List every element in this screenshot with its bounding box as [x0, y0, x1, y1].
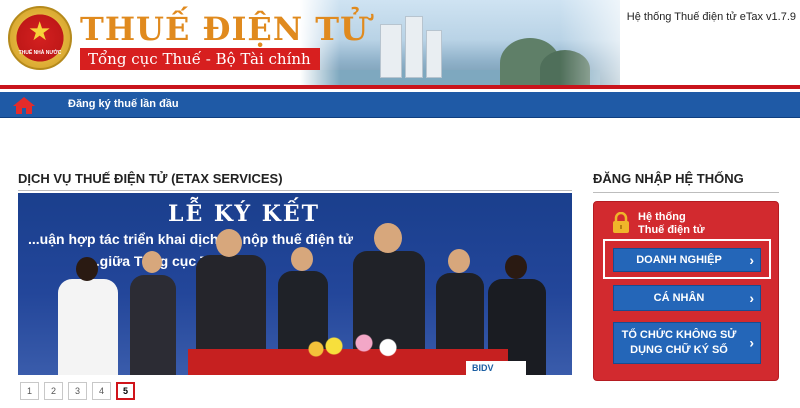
services-title: DỊCH VỤ THUẾ ĐIỆN TỬ (ETAX SERVICES) [18, 171, 283, 186]
chevron-right-icon: › [749, 334, 754, 351]
banner-line: ...uận hợp tác triển khai dịch vụ nộp th… [28, 231, 354, 247]
header-building [405, 16, 423, 78]
banner-person [291, 247, 313, 271]
banner-pager: 1 2 3 4 5 [20, 382, 135, 400]
page-button-2[interactable]: 2 [44, 382, 63, 400]
system-label: Hệ thống Thuế điện tử [638, 211, 705, 236]
site-header: ★ THUẾ NHÀ NƯỚC THUẾ ĐIỆN TỬ Tổng cục Th… [0, 0, 800, 88]
star-icon: ★ [28, 16, 52, 46]
flower-arrangement [298, 331, 418, 361]
page-button-5[interactable]: 5 [116, 382, 135, 400]
header-building [380, 24, 402, 78]
page-button-4[interactable]: 4 [92, 382, 111, 400]
header-building [426, 30, 442, 78]
version-text: Hệ thống Thuế điện tử eTax v1.7.9 [626, 11, 796, 23]
site-subtitle: Tổng cục Thuế - Bộ Tài chính [80, 48, 320, 70]
nav-first-registration[interactable]: Đăng ký thuế lần đầu [68, 98, 179, 110]
banner-title: LỄ KÝ KẾT [168, 201, 321, 227]
banner-person [142, 251, 162, 273]
banner-person [448, 249, 470, 273]
page-button-1[interactable]: 1 [20, 382, 39, 400]
individual-login-button[interactable]: CÁ NHÂN › [613, 285, 761, 311]
chevron-right-icon: › [749, 290, 754, 306]
lock-icon [612, 211, 630, 234]
site-title: THUẾ ĐIỆN TỬ [80, 10, 369, 48]
chevron-right-icon: › [749, 252, 754, 268]
banner-person [76, 257, 98, 281]
login-title: ĐĂNG NHẬP HỆ THỐNG [593, 171, 744, 186]
banner-person [374, 223, 402, 253]
divider [593, 192, 779, 193]
banner-person [130, 275, 176, 375]
banner-person [216, 229, 242, 257]
organization-no-signature-button[interactable]: TỔ CHỨC KHÔNG SỬ DỤNG CHỮ KÝ SỐ › [613, 322, 761, 364]
banner-person [505, 255, 527, 279]
main-nav: Đăng ký thuế lần đầu [0, 92, 800, 118]
divider [18, 190, 572, 191]
login-panel: Hệ thống Thuế điện tử DOANH NGHIỆP › CÁ … [593, 201, 779, 381]
banner-person [58, 279, 118, 375]
header-divider [0, 85, 800, 89]
bidv-logo: BIDV [466, 361, 526, 375]
page-button-3[interactable]: 3 [68, 382, 87, 400]
home-icon[interactable] [10, 94, 38, 116]
business-login-button[interactable]: DOANH NGHIỆP › [613, 248, 761, 272]
news-banner[interactable]: LỄ KÝ KẾT ...uận hợp tác triển khai dịch… [18, 193, 572, 375]
emblem-logo: ★ THUẾ NHÀ NƯỚC [8, 6, 72, 70]
emblem-text: THUẾ NHÀ NƯỚC [18, 50, 62, 56]
